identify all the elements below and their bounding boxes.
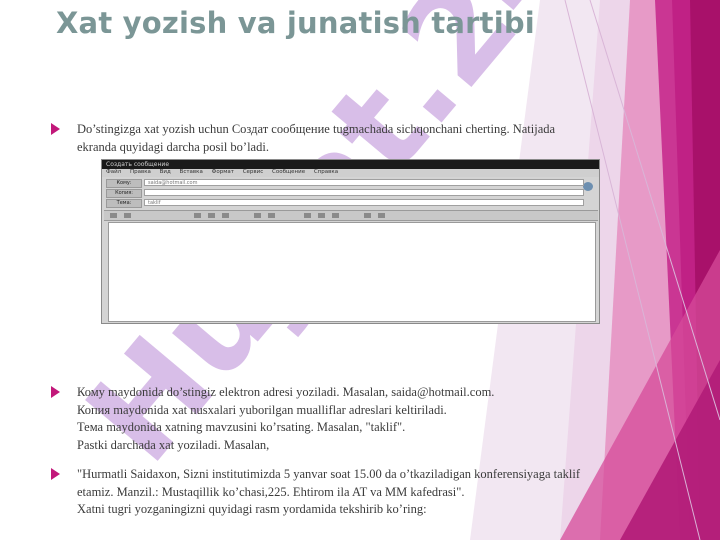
cc-field-row: Копия:	[104, 189, 598, 198]
bullet-line: "Hurmatli Saidaxon, Sizni institutimizda…	[77, 467, 581, 481]
menu-item: Вставка	[179, 169, 203, 175]
email-window-screenshot: Создать сообщение Файл Правка Вид Вставк…	[101, 159, 600, 324]
bullet-line: Копия maydonida xat nusxalari yuborilgan…	[77, 402, 447, 417]
menu-item: Правка	[129, 169, 151, 175]
bullet-line: Do’stingizga xat yozish uchun Создат соо…	[77, 122, 556, 136]
menu-item: Справка	[313, 169, 339, 175]
bullet-line: ekranda quyidagi darcha posil bo’ladi.	[77, 139, 269, 154]
bullet-line: etamiz. Manzil.: Mustaqillik ko’chasi,22…	[77, 484, 465, 499]
format-toolbar	[104, 210, 598, 221]
cc-input	[144, 189, 584, 196]
menu-item: Файл	[106, 169, 122, 175]
window-menubar: Файл Правка Вид Вставка Формат Сервис Со…	[102, 169, 599, 177]
to-label: Кому:	[106, 179, 142, 188]
to-field-row: Кому: saida@hotmail.com	[104, 179, 598, 188]
bullet-line: Тема maydonida xatning mavzusini ko’rsat…	[77, 420, 406, 434]
bullet-example: "Hurmatli Saidaxon, Sizni institutimizda…	[51, 466, 581, 519]
subject-label: Тема:	[106, 199, 142, 208]
bullet-intro: Do’stingizga xat yozish uchun Создат соо…	[51, 121, 556, 156]
slide: Hujjat.24 Xat yozish va junatish tartibi…	[0, 0, 720, 540]
to-input: saida@hotmail.com	[144, 179, 584, 186]
subject-input: taklif	[144, 199, 584, 206]
header-fields: Кому: saida@hotmail.com Копия: Тема: tak…	[104, 179, 598, 209]
window-title: Создать сообщение	[106, 161, 170, 168]
menu-item: Вид	[159, 169, 171, 175]
menu-item: Формат	[211, 169, 234, 175]
bullet-line: Pastki darchada xat yoziladi. Masalan,	[77, 437, 270, 452]
menu-item: Сервис	[242, 169, 264, 175]
bullet-fields: Кому maydonida do’stingiz elektron adres…	[51, 384, 495, 454]
slide-title: Xat yozish va junatish tartibi	[56, 6, 535, 40]
subject-field-row: Тема: taklif	[104, 199, 598, 208]
bullet-arrow-icon	[51, 123, 60, 135]
cc-label: Копия:	[106, 189, 142, 198]
bullet-line: Кому maydonida do’stingiz elektron adres…	[77, 385, 495, 399]
window-titlebar: Создать сообщение	[102, 160, 599, 169]
bullet-arrow-icon	[51, 386, 60, 398]
bullet-line: Xatni tugri yozganingizni quyidagi rasm …	[77, 502, 427, 516]
bullet-arrow-icon	[51, 468, 60, 480]
menu-item: Сообщение	[272, 169, 306, 175]
message-body	[108, 222, 596, 322]
